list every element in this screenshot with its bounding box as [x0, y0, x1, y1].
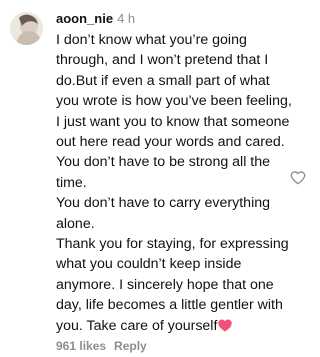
comment-text: I don’t know what you’re going through, …: [56, 30, 294, 338]
heart-outline-icon[interactable]: [290, 170, 306, 186]
avatar[interactable]: [10, 12, 43, 45]
comment-paragraph: Thank you for staying, for expressing wh…: [56, 234, 294, 338]
username[interactable]: aoon_nie: [56, 11, 113, 26]
comment-header: aoon_nie 4 h: [56, 11, 135, 27]
timestamp[interactable]: 4 h: [117, 11, 135, 26]
likes-count[interactable]: 961 likes: [56, 339, 106, 353]
comment-paragraph-text: Thank you for staying, for expressing wh…: [56, 236, 289, 334]
comment-footer: 961 likes Reply: [56, 339, 147, 353]
comment-paragraph: You don’t have to carry everything alone…: [56, 195, 270, 232]
pink-heart-icon: [218, 318, 233, 338]
avatar-image: [10, 12, 43, 45]
comment: aoon_nie 4 h I don’t know what you’re goi…: [0, 0, 320, 357]
comment-paragraph: I don’t know what you’re going through, …: [56, 32, 292, 191]
reply-button[interactable]: Reply: [114, 339, 147, 353]
